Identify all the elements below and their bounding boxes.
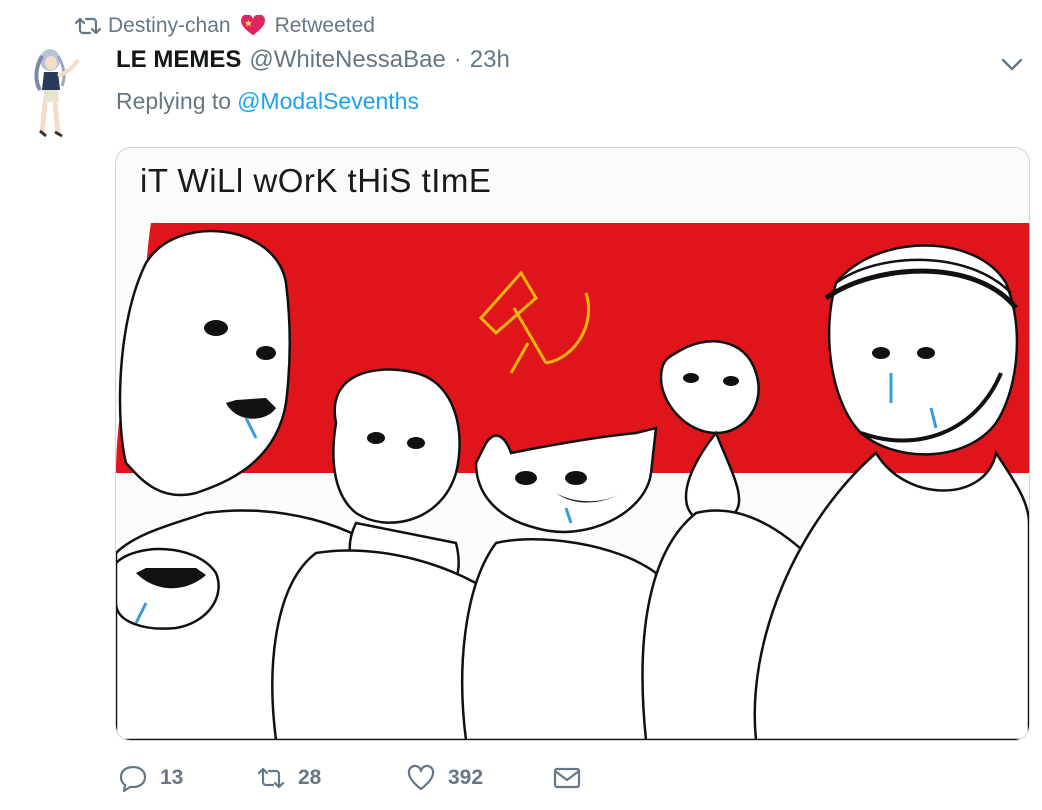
user-handle[interactable]: @WhiteNessaBae xyxy=(249,46,445,74)
heart-emoji-icon xyxy=(240,15,265,36)
retweet-button[interactable]: 28 xyxy=(256,763,406,793)
separator: · xyxy=(453,46,462,73)
tweet-actions: 13 28 392 xyxy=(118,760,592,796)
direct-message-button[interactable] xyxy=(552,763,592,793)
replying-to: Replying to @ModalSevenths xyxy=(116,88,419,115)
reply-count: 13 xyxy=(160,766,184,789)
avatar[interactable] xyxy=(28,46,90,138)
reply-button[interactable]: 13 xyxy=(118,763,256,793)
timestamp[interactable]: 23h xyxy=(470,46,510,74)
like-icon xyxy=(407,764,435,791)
display-name[interactable]: LE MEMES xyxy=(116,46,241,74)
retweeter-name[interactable]: Destiny-chan xyxy=(108,14,231,38)
meme-caption: iT WiLl wOrK tHiS tImE xyxy=(140,162,492,199)
retweet-count: 28 xyxy=(298,766,322,789)
retweet-icon xyxy=(74,17,102,35)
meme-image xyxy=(116,223,1029,740)
caret-down-icon[interactable] xyxy=(998,50,1026,78)
reply-icon xyxy=(119,765,147,793)
message-icon xyxy=(553,767,581,789)
like-count: 392 xyxy=(448,766,484,789)
like-button[interactable]: 392 xyxy=(406,763,552,793)
retweet-icon xyxy=(257,767,285,789)
tweet-media[interactable]: iT WiLl wOrK tHiS tImE xyxy=(115,147,1030,741)
replying-prefix: Replying to xyxy=(116,88,232,114)
replying-to-link[interactable]: @ModalSevenths xyxy=(237,88,419,115)
tweet-header: LE MEMES @WhiteNessaBae · 23h xyxy=(116,42,510,78)
retweeted-label: Retweeted xyxy=(274,14,375,37)
retweet-context: Destiny-chan Retweeted xyxy=(74,10,375,42)
